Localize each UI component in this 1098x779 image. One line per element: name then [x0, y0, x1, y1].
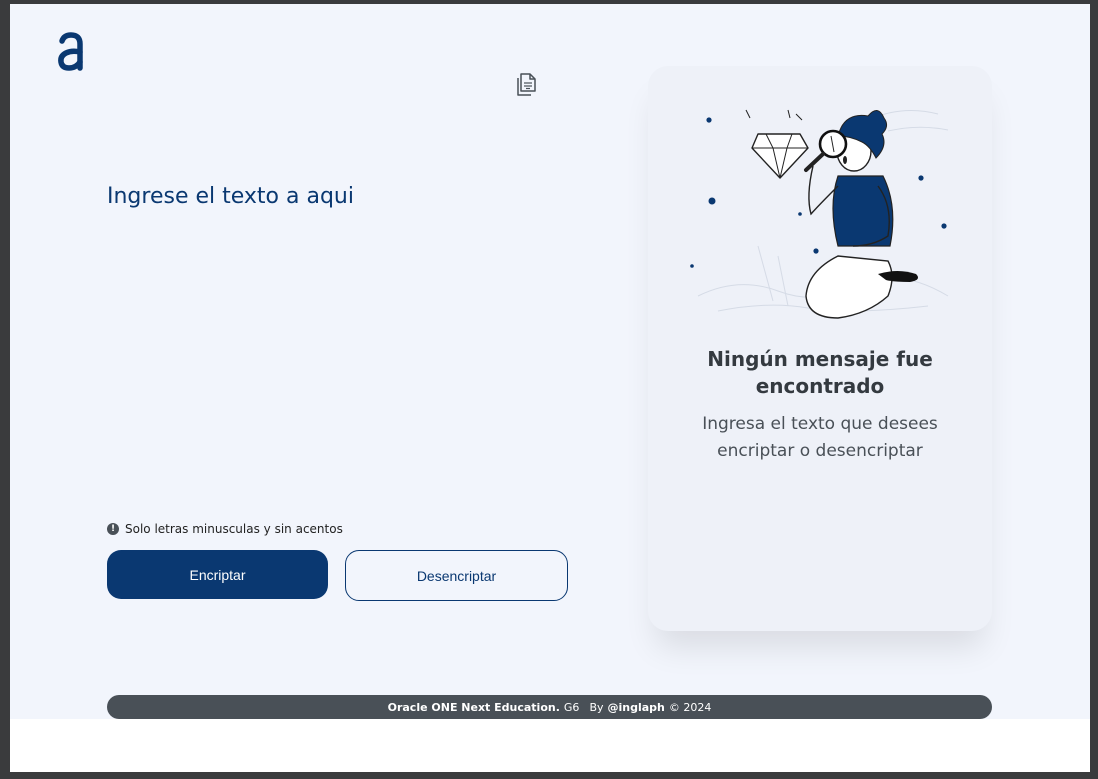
text-input[interactable] — [107, 184, 577, 484]
input-hint: ! Solo letras minusculas y sin acentos — [107, 522, 343, 536]
footer-org: Oracle ONE Next Education. — [387, 700, 560, 714]
browser-viewport: ! Solo letras minusculas y sin acentos E… — [10, 4, 1090, 772]
hint-text: Solo letras minusculas y sin acentos — [125, 522, 343, 536]
footer-copyright: © 2024 — [668, 700, 712, 714]
footer: Oracle ONE Next Education. G6 By @inglap… — [107, 695, 992, 719]
no-message-title: Ningún mensaje fue encontrado — [707, 347, 933, 398]
app-main: ! Solo letras minusculas y sin acentos E… — [10, 4, 1090, 719]
decrypt-button[interactable]: Desencriptar — [345, 550, 568, 601]
copy-icon[interactable] — [514, 72, 538, 98]
footer-by-label: By — [589, 700, 604, 714]
man-with-magnifying-glass-illustration — [690, 109, 949, 319]
output-card: Ningún mensaje fue encontrado Ingresa el… — [648, 66, 992, 631]
encrypt-button[interactable]: Encriptar — [107, 550, 328, 599]
footer-author[interactable]: @inglaph — [608, 701, 665, 714]
alura-logo-icon[interactable] — [56, 32, 86, 72]
footer-group: G6 — [563, 700, 580, 714]
exclamation-circle-icon: ! — [107, 523, 119, 535]
no-message-subtitle: Ingresa el texto que desees encriptar o … — [702, 414, 938, 461]
